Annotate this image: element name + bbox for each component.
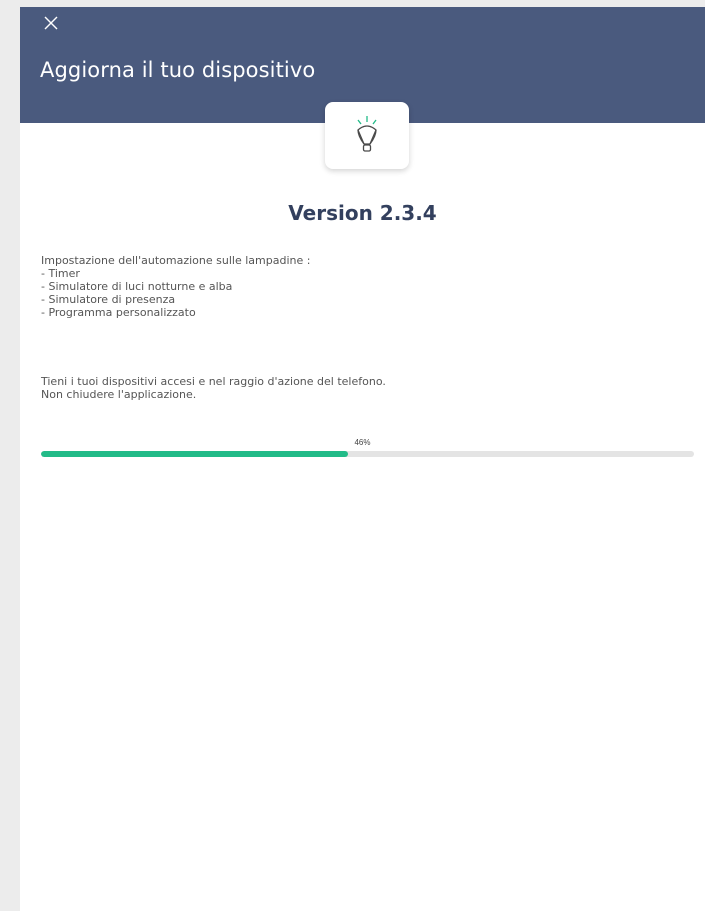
release-note-item: - Timer (41, 267, 80, 280)
lightbulb-icon (357, 116, 377, 152)
info-text: Tieni i tuoi dispositivi accesi e nel ra… (41, 375, 681, 401)
close-icon[interactable] (44, 16, 58, 30)
progress-bar (41, 451, 694, 457)
release-notes: Impostazione dell'automazione sulle lamp… (41, 254, 681, 319)
info-line: Non chiudere l'applicazione. (41, 388, 197, 401)
update-sheet: Aggiorna il tuo dispositivo Version 2.3.… (20, 7, 705, 911)
page-title: Aggiorna il tuo dispositivo (40, 58, 316, 82)
close-button[interactable] (40, 11, 62, 33)
version-title: Version 2.3.4 (288, 201, 437, 225)
info-line: Tieni i tuoi dispositivi accesi e nel ra… (41, 375, 386, 388)
device-icon-card (325, 102, 409, 169)
progress-fill (41, 451, 348, 457)
release-note-item: - Programma personalizzato (41, 306, 196, 319)
release-note-item: - Simulatore di luci notturne e alba (41, 280, 233, 293)
release-note-item: - Simulatore di presenza (41, 293, 176, 306)
release-notes-heading: Impostazione dell'automazione sulle lamp… (41, 254, 311, 267)
progress-percent: 46% (354, 438, 371, 447)
